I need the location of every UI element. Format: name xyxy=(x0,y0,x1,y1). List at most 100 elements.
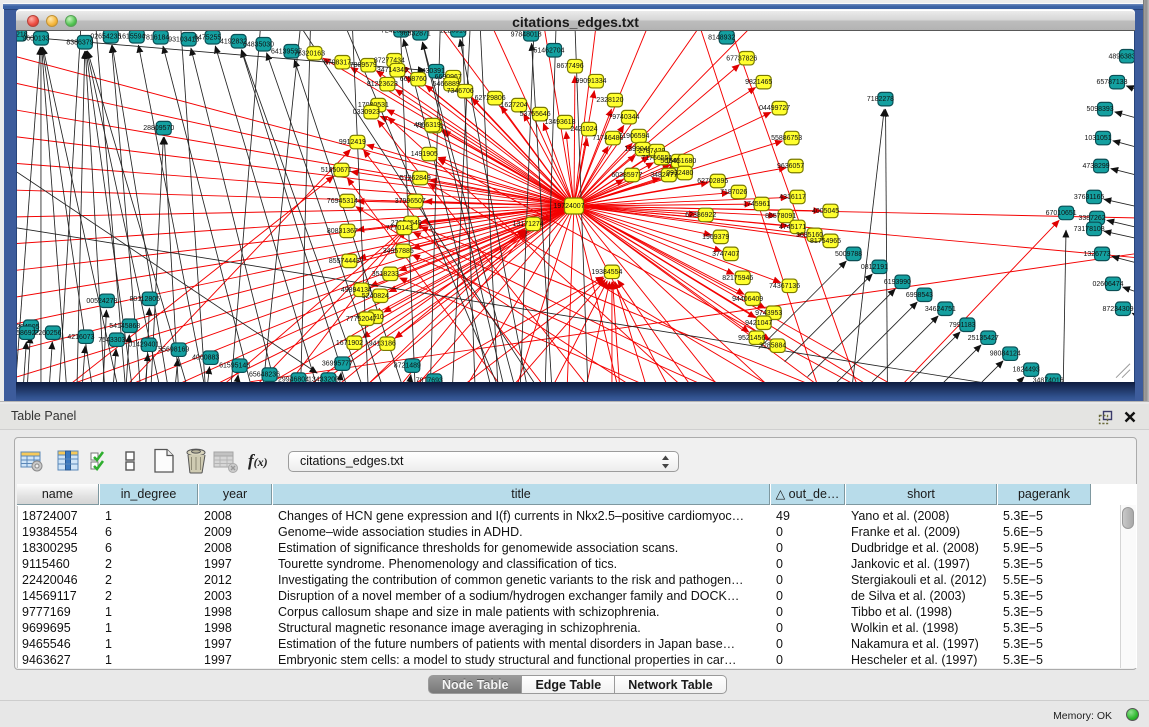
svg-text:81754965: 81754965 xyxy=(810,238,841,245)
svg-text:9636057: 9636057 xyxy=(777,163,804,170)
svg-text:34624751: 34624751 xyxy=(925,306,956,313)
svg-text:6658760: 6658760 xyxy=(400,76,427,83)
svg-text:1627204: 1627204 xyxy=(501,102,528,109)
svg-text:4316117: 4316117 xyxy=(779,194,806,201)
svg-text:54145868: 54145868 xyxy=(109,323,140,330)
svg-text:7770143: 7770143 xyxy=(386,225,413,232)
svg-text:5098393: 5098393 xyxy=(1086,106,1113,113)
svg-text:67010651: 67010651 xyxy=(1046,210,1077,217)
svg-text:65787133: 65787133 xyxy=(1097,79,1128,86)
svg-text:4966319: 4966319 xyxy=(414,122,441,129)
svg-text:94406409: 94406409 xyxy=(732,296,763,303)
svg-text:9912419: 9912419 xyxy=(339,139,366,146)
svg-text:1491905: 1491905 xyxy=(411,151,438,158)
svg-text:53755646: 53755646 xyxy=(520,111,551,118)
svg-text:8386379: 8386379 xyxy=(66,39,93,46)
svg-text:34714345: 34714345 xyxy=(377,67,408,74)
svg-text:98084124: 98084124 xyxy=(990,351,1021,358)
svg-text:2421024: 2421024 xyxy=(570,126,597,133)
svg-text:4738299: 4738299 xyxy=(1082,163,1109,170)
svg-text:73178108: 73178108 xyxy=(1074,226,1105,233)
svg-text:4060883: 4060883 xyxy=(192,355,219,362)
svg-text:6475255: 6475255 xyxy=(194,34,221,41)
svg-text:02654235: 02654235 xyxy=(90,33,121,40)
svg-text:5240824: 5240824 xyxy=(362,293,389,300)
svg-text:97848018: 97848018 xyxy=(511,31,542,38)
svg-text:4005045: 4005045 xyxy=(812,208,839,215)
svg-text:8708317: 8708317 xyxy=(324,59,351,66)
svg-text:3747407: 3747407 xyxy=(712,251,739,258)
svg-text:60385977: 60385977 xyxy=(611,172,642,179)
svg-text:62702895: 62702895 xyxy=(697,178,728,185)
svg-text:25135427: 25135427 xyxy=(968,335,999,342)
svg-text:6193990: 6193990 xyxy=(884,279,911,286)
svg-text:7182278: 7182278 xyxy=(867,96,894,103)
svg-text:13493618: 13493618 xyxy=(545,119,576,126)
svg-text:51850671: 51850671 xyxy=(321,167,352,174)
svg-text:74367136: 74367136 xyxy=(769,283,800,290)
svg-text:79740344: 79740344 xyxy=(608,114,639,121)
svg-text:9421047: 9421047 xyxy=(745,320,772,327)
svg-text:34957885: 34957885 xyxy=(383,248,414,255)
svg-text:4216073: 4216073 xyxy=(67,334,94,341)
svg-text:9521456: 9521456 xyxy=(738,335,765,342)
svg-text:62729806: 62729806 xyxy=(475,95,506,102)
svg-text:3387262: 3387262 xyxy=(1079,215,1106,222)
svg-text:01429401: 01429401 xyxy=(128,342,159,349)
svg-text:80831367: 80831367 xyxy=(327,228,358,235)
svg-text:7346706: 7346706 xyxy=(447,88,474,95)
svg-text:9600133: 9600133 xyxy=(22,35,49,42)
svg-text:65648236: 65648236 xyxy=(249,372,280,379)
svg-text:87234309: 87234309 xyxy=(1103,306,1134,313)
svg-text:0812191: 0812191 xyxy=(861,264,888,271)
svg-text:0932480: 0932480 xyxy=(666,170,693,177)
svg-text:62386922: 62386922 xyxy=(685,212,716,219)
svg-text:37996507: 37996507 xyxy=(395,198,426,205)
svg-text:3518233: 3518233 xyxy=(372,271,399,278)
svg-text:76945314: 76945314 xyxy=(327,198,358,205)
svg-text:64835030: 64835030 xyxy=(243,41,274,48)
svg-text:3158692: 3158692 xyxy=(16,330,36,337)
svg-text:37631165: 37631165 xyxy=(1074,194,1105,201)
svg-text:61595148: 61595148 xyxy=(219,363,250,370)
svg-text:85574443: 85574443 xyxy=(329,258,360,265)
svg-text:8677496: 8677496 xyxy=(556,63,583,70)
svg-text:1671902: 1671902 xyxy=(336,340,363,347)
svg-text:82175946: 82175946 xyxy=(722,275,753,282)
svg-text:8148932: 8148932 xyxy=(708,34,735,41)
svg-text:6998543: 6998543 xyxy=(906,292,933,299)
svg-text:81223623: 81223623 xyxy=(367,81,398,88)
svg-text:2260256: 2260256 xyxy=(34,330,61,337)
svg-text:1824493: 1824493 xyxy=(1013,367,1040,374)
svg-text:2328120: 2328120 xyxy=(596,97,623,104)
svg-text:9413186: 9413186 xyxy=(369,341,396,348)
svg-text:1969379: 1969379 xyxy=(702,234,729,241)
svg-text:5466889: 5466889 xyxy=(433,81,460,88)
svg-text:8721489: 8721489 xyxy=(394,363,421,370)
svg-text:71906594: 71906594 xyxy=(618,133,649,140)
svg-text:15451680: 15451680 xyxy=(665,158,696,165)
svg-text:19724007: 19724007 xyxy=(554,203,585,210)
svg-text:1226916: 1226916 xyxy=(440,31,467,34)
svg-text:02606474: 02606474 xyxy=(1093,281,1124,288)
svg-text:28809570: 28809570 xyxy=(143,125,174,132)
svg-text:86578091: 86578091 xyxy=(765,213,796,220)
svg-text:4896383: 4896383 xyxy=(1108,53,1135,60)
svg-text:13171274: 13171274 xyxy=(513,221,544,228)
svg-text:00524278: 00524278 xyxy=(86,298,117,305)
svg-text:80112805: 80112805 xyxy=(130,296,161,303)
svg-text:36995777: 36995777 xyxy=(322,361,353,368)
svg-text:19384554: 19384554 xyxy=(591,269,622,276)
svg-text:57262849: 57262849 xyxy=(400,175,431,182)
svg-text:7543303: 7543303 xyxy=(98,337,125,344)
svg-text:55886753: 55886753 xyxy=(771,135,802,142)
svg-text:5009788: 5009788 xyxy=(835,251,862,258)
svg-text:7816184: 7816184 xyxy=(142,34,169,41)
svg-text:55698169: 55698169 xyxy=(158,347,189,354)
svg-text:1031051: 1031051 xyxy=(1084,135,1111,142)
svg-text:99091334: 99091334 xyxy=(575,78,606,85)
svg-text:7991183: 7991183 xyxy=(949,322,976,329)
svg-text:76320163: 76320163 xyxy=(294,50,325,57)
svg-text:1745961: 1745961 xyxy=(743,201,770,208)
svg-text:7187026: 7187026 xyxy=(720,189,747,196)
